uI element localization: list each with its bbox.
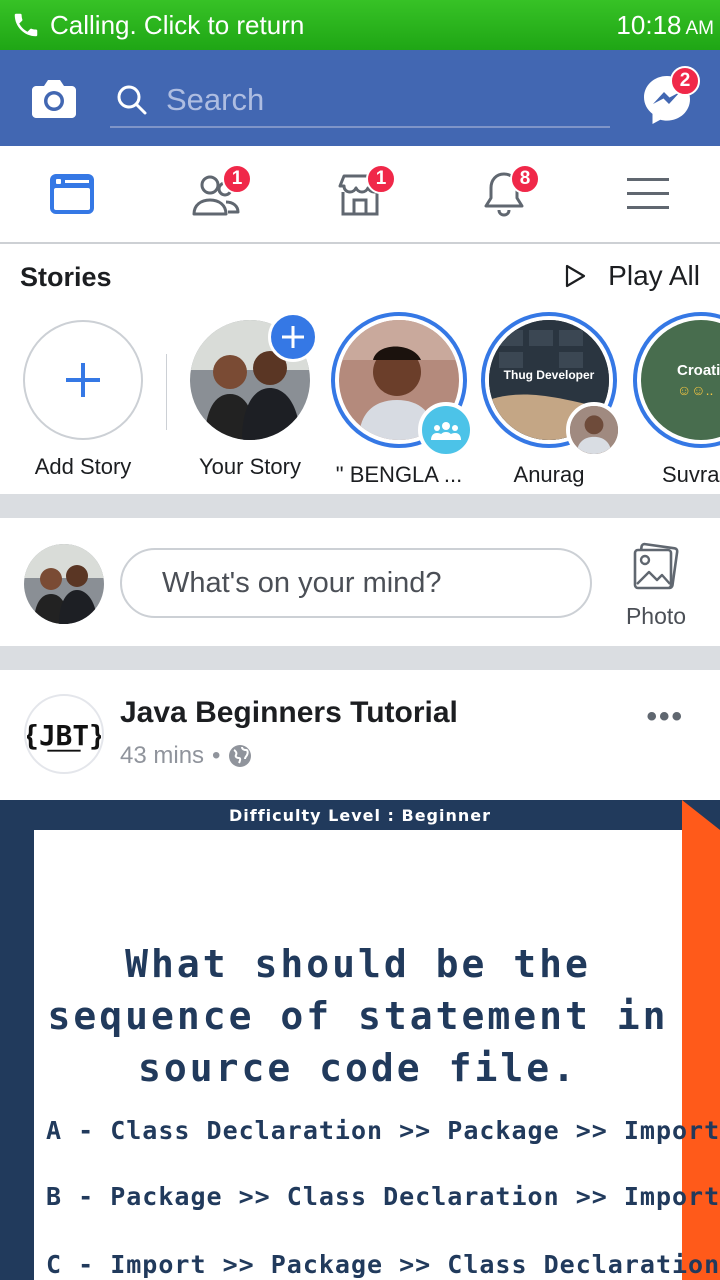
search-bar[interactable] (110, 74, 610, 128)
post-header: {JBT} Java Beginners Tutorial 43 mins • … (0, 670, 720, 800)
post-author[interactable]: Java Beginners Tutorial (120, 696, 458, 730)
post-meta: 43 mins • (120, 742, 252, 770)
story-anurag[interactable]: Thug Developer Anurag (474, 312, 624, 488)
tab-notifications[interactable]: 8 (432, 146, 576, 242)
clock-time: 10:18 (616, 10, 682, 40)
your-story-avatar[interactable] (190, 312, 318, 440)
page-avatar[interactable]: {JBT} (24, 694, 104, 774)
plus-icon (66, 363, 100, 397)
tab-friends[interactable]: 1 (144, 146, 288, 242)
search-icon (117, 85, 147, 115)
story-ring: Croatia ☺☺.. (633, 312, 720, 448)
story-thumbnail: Croatia ☺☺.. (641, 320, 720, 440)
clock-ampm: AM (685, 18, 715, 39)
marketplace-badge: 1 (366, 164, 396, 194)
emoji-icon: ☺☺.. (677, 382, 714, 398)
tab-marketplace[interactable]: 1 (288, 146, 432, 242)
group-icon (418, 402, 474, 458)
jbt-logo: {JBT} (27, 719, 101, 752)
play-all-label: Play All (608, 260, 700, 291)
more-options-icon[interactable]: ••• (646, 700, 684, 734)
question-line: source code file. (138, 1046, 578, 1090)
play-all-button[interactable]: Play All (562, 260, 700, 292)
messenger-badge: 2 (670, 66, 700, 96)
post-composer: What's on your mind? Photo (0, 518, 720, 646)
notifications-badge: 8 (510, 164, 540, 194)
add-story-circle[interactable] (23, 320, 143, 440)
story-caption: Croatia (677, 362, 720, 379)
menu-icon (627, 178, 669, 209)
news-feed-icon (50, 174, 94, 214)
logo-text: {JBT} (27, 719, 101, 752)
story-label: Add Story (34, 454, 132, 479)
play-icon (566, 264, 586, 288)
story-yours[interactable]: Your Story (175, 312, 325, 480)
question-line: What should be the (125, 942, 591, 986)
plus-icon (282, 326, 304, 348)
stories-title: Stories (20, 262, 112, 292)
clock: 10:18 AM (616, 10, 714, 41)
friends-badge: 1 (222, 164, 252, 194)
answer-option: A - Class Declaration >> Package >> Impo… (46, 1116, 720, 1145)
stories-section: Stories Play All Add Story Your Story " … (0, 244, 720, 494)
avatar[interactable] (24, 544, 104, 624)
story-label: Suvran (662, 462, 720, 487)
question-text: What should be the sequence of statement… (34, 938, 682, 1094)
answer-option: B - Package >> Class Declaration >> Impo… (46, 1182, 720, 1211)
photo-icon (633, 542, 679, 590)
section-divider (0, 646, 720, 670)
tab-menu[interactable] (576, 146, 720, 242)
globe-icon (229, 745, 252, 767)
photo-button[interactable]: Photo (620, 542, 692, 630)
call-return-text[interactable]: Calling. Click to return (50, 10, 304, 41)
section-divider (0, 494, 720, 518)
post-image[interactable]: Difficulty Level : Beginner What should … (0, 800, 720, 1280)
phone-icon (10, 9, 42, 41)
camera-icon[interactable] (28, 72, 80, 124)
tab-news-feed[interactable] (0, 146, 144, 242)
search-input[interactable] (166, 82, 586, 118)
whats-on-your-mind-input[interactable]: What's on your mind? (120, 548, 592, 618)
question-line: sequence of statement in (47, 994, 669, 1038)
answer-option: C - Import >> Package >> Class Declarati… (46, 1250, 720, 1279)
story-caption: Thug Developer (503, 368, 595, 382)
photo-label: Photo (625, 603, 687, 629)
messenger-button[interactable]: 2 (640, 66, 700, 126)
stories-divider (166, 354, 167, 430)
story-label: Your Story (199, 454, 301, 479)
story-label: Anurag (513, 462, 585, 487)
story-label: " BENGLA ... (335, 462, 463, 487)
post-time[interactable]: 43 mins (120, 742, 204, 770)
meta-separator: • (212, 742, 221, 769)
story-add[interactable]: Add Story (8, 320, 158, 480)
call-status-bar[interactable]: Calling. Click to return 10:18 AM (0, 0, 720, 50)
add-to-story-button[interactable] (268, 312, 318, 362)
difficulty-label: Difficulty Level : Beginner (228, 806, 492, 825)
question-card: What should be the sequence of statement… (34, 830, 719, 1280)
app-header: 2 (0, 50, 720, 146)
tab-bar: 1 1 8 (0, 146, 720, 244)
story-bengla[interactable]: " BENGLA ... (324, 312, 474, 488)
friend-avatar (566, 402, 622, 458)
story-suvran[interactable]: Croatia ☺☺.. Suvran (626, 312, 720, 488)
